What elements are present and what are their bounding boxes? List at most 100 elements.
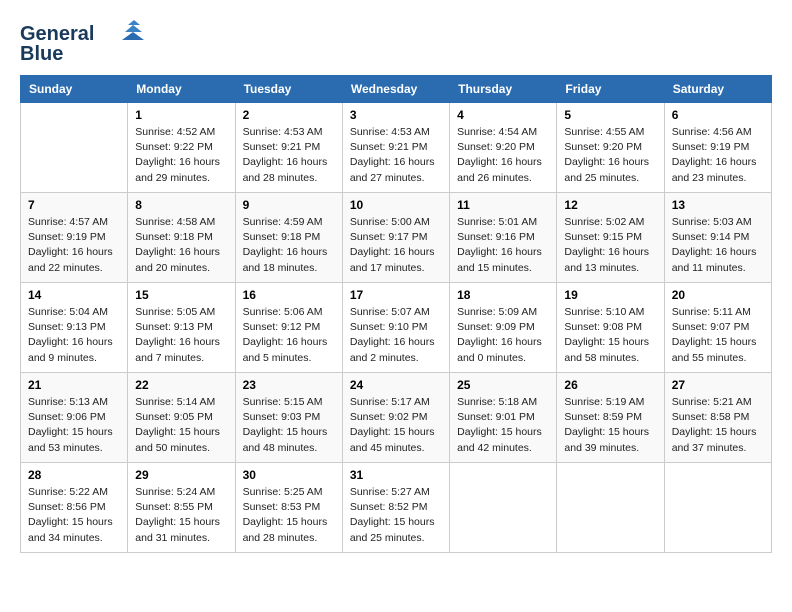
- day-number: 5: [564, 108, 656, 122]
- calendar-cell: 29Sunrise: 5:24 AM Sunset: 8:55 PM Dayli…: [128, 463, 235, 553]
- calendar-cell: 6 Sunrise: 4:56 AM Sunset: 9:19 PM Daylig…: [664, 103, 771, 193]
- cell-content: Sunrise: 4:54 AM Sunset: 9:20 PM Dayligh…: [457, 125, 549, 186]
- day-number: 19: [564, 288, 656, 302]
- day-number: 1: [135, 108, 227, 122]
- calendar-cell: 17 Sunrise: 5:07 AM Sunset: 9:10 PM Dayli…: [342, 283, 449, 373]
- cell-content: Sunrise: 5:00 AM Sunset: 9:17 PM Dayligh…: [350, 215, 442, 276]
- cell-content: Sunrise: 4:55 AM Sunset: 9:20 PM Dayligh…: [564, 125, 656, 186]
- calendar-cell: 2 Sunrise: 4:53 AM Sunset: 9:21 PM Daylig…: [235, 103, 342, 193]
- calendar-cell: 23 Sunrise: 5:15 AM Sunset: 9:03 PM Dayli…: [235, 373, 342, 463]
- day-number: 14: [28, 288, 120, 302]
- cell-content: Sunrise: 5:24 AM Sunset: 8:55 PM Dayligh…: [135, 485, 227, 546]
- calendar-cell: 31Sunrise: 5:27 AM Sunset: 8:52 PM Dayli…: [342, 463, 449, 553]
- cell-content: Sunrise: 4:53 AM Sunset: 9:21 PM Dayligh…: [243, 125, 335, 186]
- day-header-monday: Monday: [128, 76, 235, 103]
- calendar-cell: 5 Sunrise: 4:55 AM Sunset: 9:20 PM Daylig…: [557, 103, 664, 193]
- cell-content: Sunrise: 5:14 AM Sunset: 9:05 PM Dayligh…: [135, 395, 227, 456]
- calendar-cell: 30 Sunrise: 5:25 AM Sunset: 8:53 PM Dayli…: [235, 463, 342, 553]
- day-number: 16: [243, 288, 335, 302]
- day-number: 23: [243, 378, 335, 392]
- calendar-cell: 1 Sunrise: 4:52 AM Sunset: 9:22 PM Daylig…: [128, 103, 235, 193]
- week-row-1: 1 Sunrise: 4:52 AM Sunset: 9:22 PM Daylig…: [21, 103, 772, 193]
- cell-content: Sunrise: 4:53 AM Sunset: 9:21 PM Dayligh…: [350, 125, 442, 186]
- day-number: 27: [672, 378, 764, 392]
- day-number: 6: [672, 108, 764, 122]
- calendar-cell: 9 Sunrise: 4:59 AM Sunset: 9:18 PM Daylig…: [235, 193, 342, 283]
- calendar-cell: 24Sunrise: 5:17 AM Sunset: 9:02 PM Dayli…: [342, 373, 449, 463]
- cell-content: Sunrise: 5:19 AM Sunset: 8:59 PM Dayligh…: [564, 395, 656, 456]
- calendar-cell: 26 Sunrise: 5:19 AM Sunset: 8:59 PM Dayli…: [557, 373, 664, 463]
- calendar-cell: 19Sunrise: 5:10 AM Sunset: 9:08 PM Dayli…: [557, 283, 664, 373]
- day-number: 26: [564, 378, 656, 392]
- day-number: 28: [28, 468, 120, 482]
- calendar-cell: 25 Sunrise: 5:18 AM Sunset: 9:01 PM Dayli…: [450, 373, 557, 463]
- cell-content: Sunrise: 5:01 AM Sunset: 9:16 PM Dayligh…: [457, 215, 549, 276]
- cell-content: Sunrise: 5:11 AM Sunset: 9:07 PM Dayligh…: [672, 305, 764, 366]
- week-row-2: 7 Sunrise: 4:57 AM Sunset: 9:19 PM Daylig…: [21, 193, 772, 283]
- calendar-cell: [664, 463, 771, 553]
- day-number: 11: [457, 198, 549, 212]
- svg-text:General: General: [20, 23, 94, 45]
- day-number: 20: [672, 288, 764, 302]
- day-header-sunday: Sunday: [21, 76, 128, 103]
- calendar-cell: 13Sunrise: 5:03 AM Sunset: 9:14 PM Dayli…: [664, 193, 771, 283]
- day-number: 3: [350, 108, 442, 122]
- calendar-table: SundayMondayTuesdayWednesdayThursdayFrid…: [20, 75, 772, 553]
- day-number: 31: [350, 468, 442, 482]
- cell-content: Sunrise: 5:06 AM Sunset: 9:12 PM Dayligh…: [243, 305, 335, 366]
- calendar-cell: 27Sunrise: 5:21 AM Sunset: 8:58 PM Dayli…: [664, 373, 771, 463]
- calendar-cell: 22 Sunrise: 5:14 AM Sunset: 9:05 PM Dayli…: [128, 373, 235, 463]
- day-header-saturday: Saturday: [664, 76, 771, 103]
- cell-content: Sunrise: 4:57 AM Sunset: 9:19 PM Dayligh…: [28, 215, 120, 276]
- day-number: 7: [28, 198, 120, 212]
- week-row-5: 28 Sunrise: 5:22 AM Sunset: 8:56 PM Dayli…: [21, 463, 772, 553]
- cell-content: Sunrise: 5:02 AM Sunset: 9:15 PM Dayligh…: [564, 215, 656, 276]
- day-number: 17: [350, 288, 442, 302]
- cell-content: Sunrise: 5:03 AM Sunset: 9:14 PM Dayligh…: [672, 215, 764, 276]
- day-number: 21: [28, 378, 120, 392]
- calendar-cell: 7 Sunrise: 4:57 AM Sunset: 9:19 PM Daylig…: [21, 193, 128, 283]
- day-header-friday: Friday: [557, 76, 664, 103]
- cell-content: Sunrise: 5:05 AM Sunset: 9:13 PM Dayligh…: [135, 305, 227, 366]
- day-number: 10: [350, 198, 442, 212]
- day-number: 8: [135, 198, 227, 212]
- day-number: 25: [457, 378, 549, 392]
- header-row: SundayMondayTuesdayWednesdayThursdayFrid…: [21, 76, 772, 103]
- calendar-cell: 14 Sunrise: 5:04 AM Sunset: 9:13 PM Dayli…: [21, 283, 128, 373]
- calendar-cell: 10 Sunrise: 5:00 AM Sunset: 9:17 PM Dayli…: [342, 193, 449, 283]
- calendar-cell: 8Sunrise: 4:58 AM Sunset: 9:18 PM Daylig…: [128, 193, 235, 283]
- day-number: 9: [243, 198, 335, 212]
- calendar-cell: 21Sunrise: 5:13 AM Sunset: 9:06 PM Dayli…: [21, 373, 128, 463]
- calendar-cell: 18Sunrise: 5:09 AM Sunset: 9:09 PM Dayli…: [450, 283, 557, 373]
- day-number: 15: [135, 288, 227, 302]
- calendar-cell: 15 Sunrise: 5:05 AM Sunset: 9:13 PM Dayli…: [128, 283, 235, 373]
- day-number: 18: [457, 288, 549, 302]
- logo-svg: GeneralBlue: [20, 20, 150, 65]
- cell-content: Sunrise: 5:25 AM Sunset: 8:53 PM Dayligh…: [243, 485, 335, 546]
- day-number: 4: [457, 108, 549, 122]
- cell-content: Sunrise: 5:07 AM Sunset: 9:10 PM Dayligh…: [350, 305, 442, 366]
- day-number: 30: [243, 468, 335, 482]
- day-number: 12: [564, 198, 656, 212]
- calendar-cell: [21, 103, 128, 193]
- cell-content: Sunrise: 4:59 AM Sunset: 9:18 PM Dayligh…: [243, 215, 335, 276]
- day-header-wednesday: Wednesday: [342, 76, 449, 103]
- cell-content: Sunrise: 5:15 AM Sunset: 9:03 PM Dayligh…: [243, 395, 335, 456]
- calendar-cell: 3 Sunrise: 4:53 AM Sunset: 9:21 PM Daylig…: [342, 103, 449, 193]
- cell-content: Sunrise: 4:52 AM Sunset: 9:22 PM Dayligh…: [135, 125, 227, 186]
- calendar-cell: [557, 463, 664, 553]
- cell-content: Sunrise: 5:04 AM Sunset: 9:13 PM Dayligh…: [28, 305, 120, 366]
- cell-content: Sunrise: 4:56 AM Sunset: 9:19 PM Dayligh…: [672, 125, 764, 186]
- day-header-tuesday: Tuesday: [235, 76, 342, 103]
- calendar-cell: [450, 463, 557, 553]
- cell-content: Sunrise: 5:18 AM Sunset: 9:01 PM Dayligh…: [457, 395, 549, 456]
- svg-text:Blue: Blue: [20, 43, 63, 65]
- week-row-3: 14 Sunrise: 5:04 AM Sunset: 9:13 PM Dayli…: [21, 283, 772, 373]
- calendar-cell: 4 Sunrise: 4:54 AM Sunset: 9:20 PM Daylig…: [450, 103, 557, 193]
- logo: GeneralBlue: [20, 20, 150, 65]
- day-number: 22: [135, 378, 227, 392]
- calendar-cell: 16 Sunrise: 5:06 AM Sunset: 9:12 PM Dayli…: [235, 283, 342, 373]
- cell-content: Sunrise: 5:22 AM Sunset: 8:56 PM Dayligh…: [28, 485, 120, 546]
- day-number: 24: [350, 378, 442, 392]
- day-number: 2: [243, 108, 335, 122]
